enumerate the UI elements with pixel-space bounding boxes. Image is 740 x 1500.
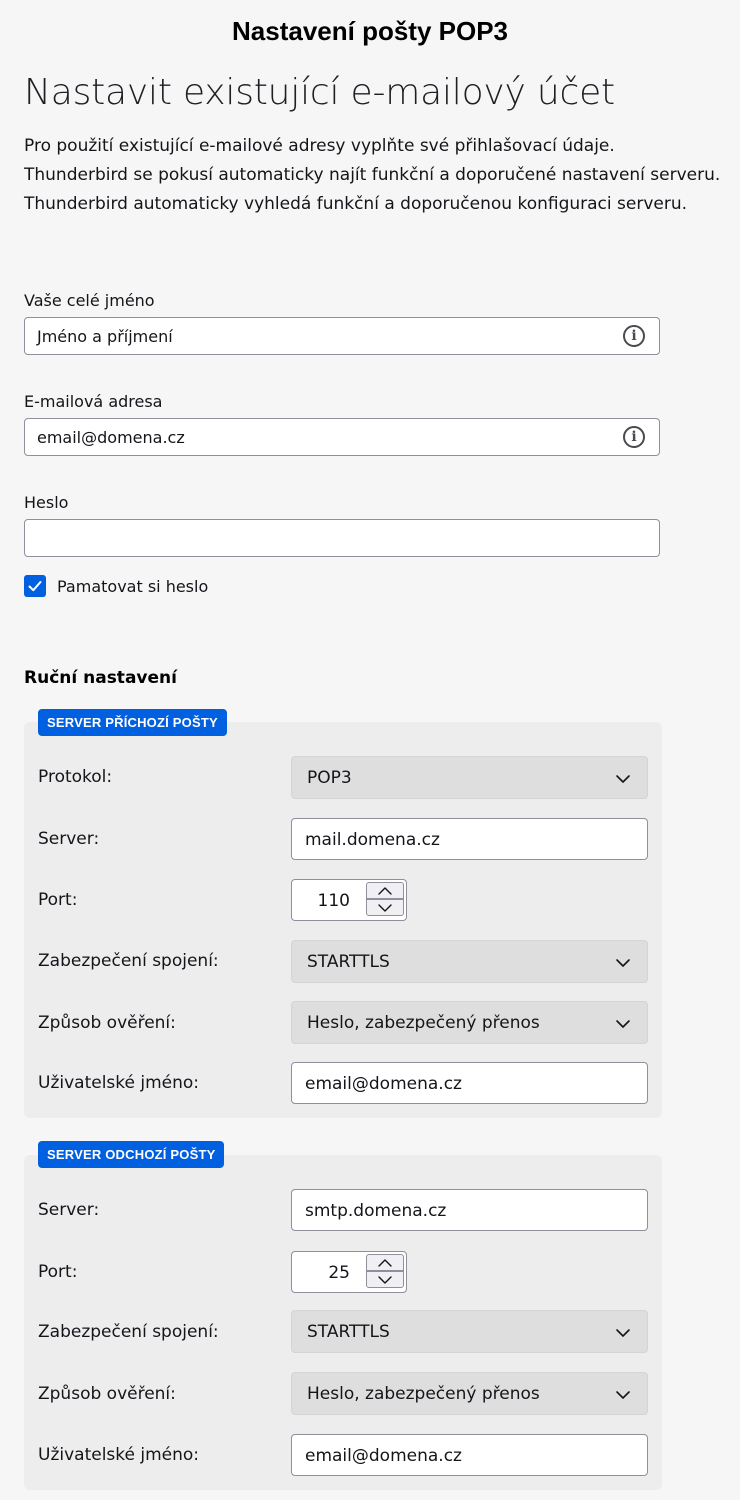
description-line: Pro použití existující e-mailové adresy …	[24, 136, 615, 156]
email-input-value: email@domena.cz	[37, 428, 185, 447]
outgoing-port-label: Port:	[38, 1262, 78, 1282]
incoming-port-stepper[interactable]: 110	[291, 879, 407, 921]
chevron-down-icon	[616, 1020, 630, 1028]
outgoing-server-label: Server:	[38, 1200, 100, 1220]
outgoing-server-value: smtp.domena.cz	[305, 1201, 447, 1221]
chevron-down-icon	[378, 1276, 392, 1284]
chevron-down-icon	[616, 959, 630, 967]
info-icon[interactable]: i	[623, 426, 645, 448]
incoming-port-decrement[interactable]	[366, 899, 404, 916]
description: Pro použití existující e-mailové adresy …	[24, 132, 736, 219]
name-label: Vaše celé jméno	[24, 291, 155, 310]
remember-password-label[interactable]: Pamatovat si heslo	[57, 577, 208, 596]
protocol-select-value: POP3	[307, 768, 352, 788]
outgoing-auth-select[interactable]: Heslo, zabezpečený přenos	[291, 1372, 648, 1415]
name-input-value: Jméno a příjmení	[37, 327, 173, 346]
chevron-down-icon	[616, 1329, 630, 1337]
outgoing-port-increment[interactable]	[366, 1254, 404, 1271]
incoming-username-label: Uživatelské jméno:	[38, 1073, 200, 1093]
info-icon[interactable]: i	[623, 325, 645, 347]
incoming-auth-label: Způsob ověření:	[38, 1013, 176, 1033]
password-input[interactable]	[24, 519, 660, 557]
chevron-up-icon	[378, 887, 392, 895]
name-input[interactable]: Jméno a příjmení i	[24, 317, 660, 355]
incoming-username-value: email@domena.cz	[305, 1074, 462, 1094]
email-label: E-mailová adresa	[24, 392, 163, 411]
incoming-server-input[interactable]: mail.domena.cz	[291, 818, 648, 860]
incoming-username-input[interactable]: email@domena.cz	[291, 1062, 648, 1104]
outgoing-auth-label: Způsob ověření:	[38, 1384, 176, 1404]
manual-settings-heading: Ruční nastavení	[24, 668, 177, 688]
incoming-auth-select[interactable]: Heslo, zabezpečený přenos	[291, 1001, 648, 1044]
incoming-server-label: Server:	[38, 829, 100, 849]
chevron-down-icon	[616, 775, 630, 783]
outgoing-security-value: STARTTLS	[307, 1322, 390, 1342]
chevron-up-icon	[378, 1259, 392, 1267]
checkmark-icon	[28, 581, 42, 592]
outgoing-username-value: email@domena.cz	[305, 1446, 462, 1466]
email-input[interactable]: email@domena.cz i	[24, 418, 660, 456]
outgoing-security-select[interactable]: STARTTLS	[291, 1310, 648, 1353]
outgoing-port-decrement[interactable]	[366, 1271, 404, 1288]
incoming-port-label: Port:	[38, 890, 78, 910]
incoming-security-value: STARTTLS	[307, 952, 390, 972]
incoming-server-badge: SERVER PŘÍCHOZÍ POŠTY	[38, 709, 227, 736]
outgoing-server-badge: SERVER ODCHOZÍ POŠTY	[38, 1141, 225, 1168]
outgoing-server-input[interactable]: smtp.domena.cz	[291, 1189, 648, 1231]
protocol-label: Protokol:	[38, 767, 113, 787]
chevron-down-icon	[616, 1391, 630, 1399]
outgoing-username-label: Uživatelské jméno:	[38, 1445, 200, 1465]
outgoing-security-label: Zabezpečení spojení:	[38, 1322, 219, 1342]
outgoing-port-value: 25	[328, 1263, 350, 1283]
remember-password-checkbox[interactable]	[24, 575, 46, 597]
incoming-server-value: mail.domena.cz	[305, 830, 440, 850]
description-line: Thunderbird se pokusí automaticky najít …	[24, 165, 721, 185]
incoming-security-label: Zabezpečení spojení:	[38, 951, 219, 971]
incoming-security-select[interactable]: STARTTLS	[291, 940, 648, 983]
description-line: Thunderbird automaticky vyhledá funkční …	[24, 194, 688, 214]
main-title: Nastavit existující e-mailový účet	[24, 72, 615, 113]
chevron-down-icon	[378, 904, 392, 912]
page-heading: Nastavení pošty POP3	[232, 16, 508, 46]
outgoing-auth-value: Heslo, zabezpečený přenos	[307, 1384, 540, 1404]
outgoing-port-stepper[interactable]: 25	[291, 1251, 407, 1293]
incoming-port-value: 110	[317, 891, 350, 911]
protocol-select[interactable]: POP3	[291, 756, 648, 799]
incoming-auth-value: Heslo, zabezpečený přenos	[307, 1013, 540, 1033]
incoming-port-increment[interactable]	[366, 882, 404, 899]
outgoing-username-input[interactable]: email@domena.cz	[291, 1434, 648, 1476]
password-label: Heslo	[24, 493, 69, 512]
